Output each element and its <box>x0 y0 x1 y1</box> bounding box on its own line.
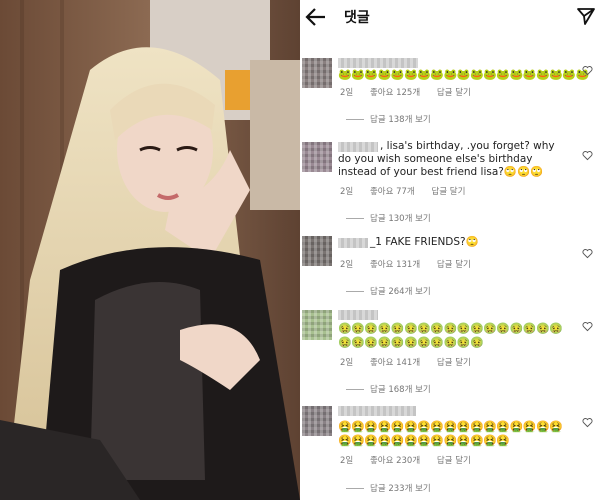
page-title: 댓글 <box>344 10 370 26</box>
profile-photo <box>0 0 300 500</box>
likes-count[interactable]: 좋아요 131개 <box>370 260 420 270</box>
comment-meta: 2일 좋아요 125개 답글 달기 <box>340 86 485 98</box>
view-replies[interactable]: 답글 264개 보기 <box>346 285 431 297</box>
comment-time: 2일 <box>340 456 354 466</box>
comment-text: _1 FAKE FRIENDS?🙄 <box>370 236 479 248</box>
comment-meta: 2일 좋아요 141개 답글 달기 <box>340 356 485 368</box>
heart-icon[interactable] <box>582 248 593 259</box>
avatar[interactable] <box>302 58 332 88</box>
avatar[interactable] <box>302 142 332 172</box>
reply-button[interactable]: 답글 달기 <box>437 456 471 466</box>
paper-plane-icon[interactable] <box>576 6 596 26</box>
likes-count[interactable]: 좋아요 141개 <box>370 358 420 368</box>
reply-button[interactable]: 답글 달기 <box>437 260 471 270</box>
comment-text: 🐸🐸🐸🐸🐸🐸🐸🐸🐸🐸🐸🐸🐸🐸🐸🐸🐸🐸🐸 <box>338 68 589 81</box>
view-replies[interactable]: 답글 138개 보기 <box>346 113 431 125</box>
comment-text: 🤢🤢🤢🤢🤢🤢🤢🤢🤢🤢🤢🤢🤢🤢🤢🤢🤢🤢🤢🤢🤢🤢🤢🤢🤢🤢🤢🤢 <box>338 322 563 349</box>
view-replies[interactable]: 답글 233개 보기 <box>346 482 431 494</box>
avatar[interactable] <box>302 310 332 340</box>
comment-text: 🤮🤮🤮🤮🤮🤮🤮🤮🤮🤮🤮🤮🤮🤮🤮🤮🤮🤮🤮🤮🤮🤮🤮🤮🤮🤮🤮🤮🤮🤮 <box>338 420 563 447</box>
comment-meta: 2일 좋아요 230개 답글 달기 <box>340 454 485 466</box>
heart-icon[interactable] <box>582 65 593 76</box>
arrow-left-icon[interactable] <box>304 6 328 28</box>
heart-icon[interactable] <box>582 321 593 332</box>
reply-button[interactable]: 답글 달기 <box>437 358 471 368</box>
username-blurred[interactable] <box>338 310 378 320</box>
likes-count[interactable]: 좋아요 77개 <box>370 187 415 197</box>
comments-header: 댓글 <box>300 0 600 34</box>
comment-meta: 2일 좋아요 77개 답글 달기 <box>340 185 479 197</box>
comment-text: , lisa's birthday, .you forget? why do y… <box>338 140 555 178</box>
reply-button[interactable]: 답글 달기 <box>431 187 465 197</box>
username-blurred[interactable] <box>338 58 418 68</box>
view-replies[interactable]: 답글 168개 보기 <box>346 383 431 395</box>
photo-illustration <box>0 0 300 500</box>
comment-time: 2일 <box>340 358 354 368</box>
comments-panel: 댓글 🐸🐸🐸🐸🐸🐸🐸🐸🐸🐸🐸🐸🐸🐸🐸🐸🐸🐸🐸 2일 좋아요 125개 답글 달기… <box>300 0 600 500</box>
avatar[interactable] <box>302 236 332 266</box>
comment-time: 2일 <box>340 187 354 197</box>
heart-icon[interactable] <box>582 417 593 428</box>
heart-icon[interactable] <box>582 150 593 161</box>
likes-count[interactable]: 좋아요 125개 <box>370 88 420 98</box>
likes-count[interactable]: 좋아요 230개 <box>370 456 420 466</box>
avatar[interactable] <box>302 406 332 436</box>
reply-button[interactable]: 답글 달기 <box>437 88 471 98</box>
comment-time: 2일 <box>340 88 354 98</box>
view-replies[interactable]: 답글 130개 보기 <box>346 212 431 224</box>
comment-meta: 2일 좋아요 131개 답글 달기 <box>340 258 485 270</box>
comment-time: 2일 <box>340 260 354 270</box>
username-blurred[interactable] <box>338 406 416 416</box>
